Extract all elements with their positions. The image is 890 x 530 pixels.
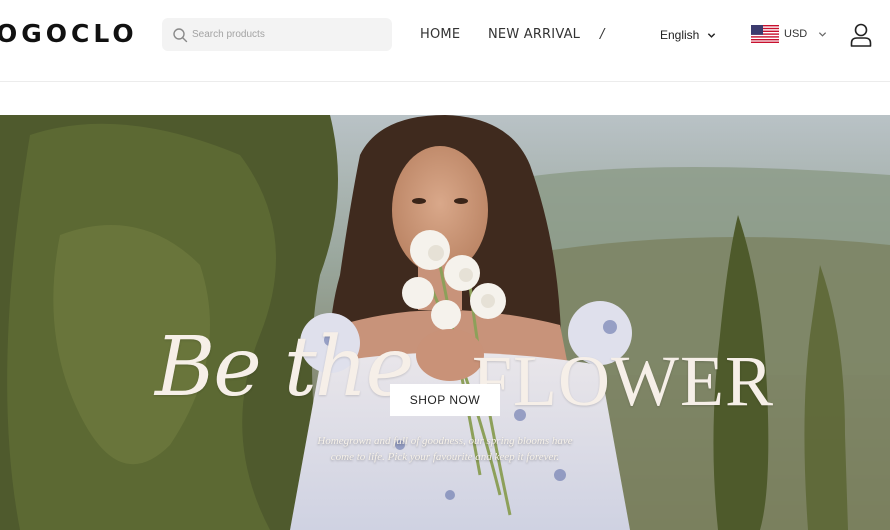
hero-caps-title: FLOWER: [472, 341, 774, 421]
shop-now-button[interactable]: SHOP NOW: [390, 384, 500, 416]
currency-label: USD: [784, 28, 808, 40]
nav-overflow-item[interactable]: /: [600, 27, 605, 42]
currency-selector[interactable]: USD: [751, 25, 827, 43]
user-icon[interactable]: [848, 22, 874, 48]
us-flag-icon: [751, 25, 779, 43]
hero-image: [0, 115, 890, 530]
site-header: OGOCLO HOME NEW ARRIVAL / English USD: [0, 0, 890, 82]
header-spacer: [0, 83, 890, 115]
hero-tagline-line2: come to life. Pick your favourite and ke…: [330, 451, 560, 463]
hero-tagline-line1: Homegrown and full of goodness, our spri…: [317, 435, 573, 447]
search-input[interactable]: [192, 18, 387, 51]
nav-home[interactable]: HOME: [420, 27, 460, 42]
language-selector[interactable]: English: [660, 28, 716, 42]
hero-banner[interactable]: Be the FLOWER SHOP NOW Homegrown and ful…: [0, 115, 890, 530]
hero-tagline: Homegrown and full of goodness, our spri…: [300, 433, 590, 465]
chevron-down-icon: [708, 32, 716, 38]
search-icon: [173, 28, 188, 43]
hero-script-title: Be the: [155, 320, 414, 415]
search-bar[interactable]: [162, 18, 392, 51]
nav-new-arrival[interactable]: NEW ARRIVAL: [488, 27, 580, 42]
chevron-down-icon: [819, 31, 827, 37]
brand-logo[interactable]: OGOCLO: [0, 19, 138, 48]
language-label: English: [660, 28, 700, 42]
